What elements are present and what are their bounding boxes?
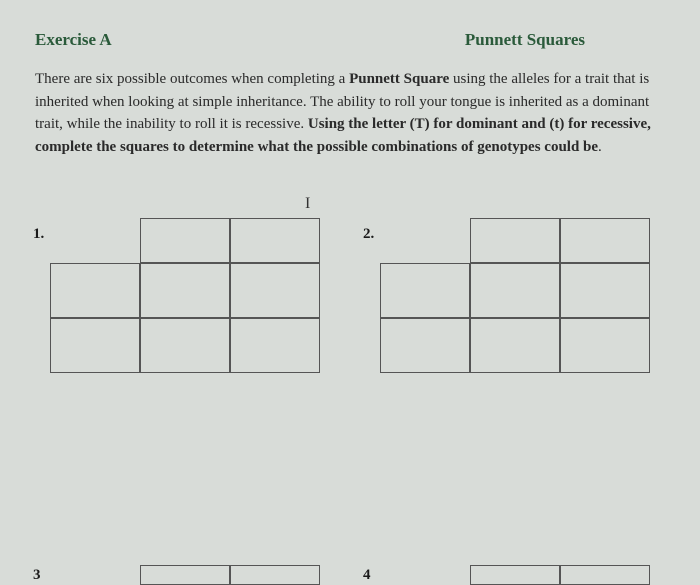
squares-row-bottom: 3 4 <box>35 565 665 585</box>
squares-row-top: 1. 2. <box>35 218 665 373</box>
punnett-grid-2 <box>380 218 665 373</box>
instr-bold-1: Punnett Square <box>349 71 449 87</box>
punnett-cell[interactable] <box>50 318 140 373</box>
punnett-cell[interactable] <box>140 263 230 318</box>
punnett-cell[interactable] <box>560 218 650 263</box>
instr-text-1: There are six possible outcomes when com… <box>35 71 349 87</box>
punnett-block-1: 1. <box>35 218 335 373</box>
square-number-1: 1. <box>33 226 44 243</box>
punnett-block-2: 2. <box>365 218 665 373</box>
punnett-cell[interactable] <box>230 263 320 318</box>
punnett-cell[interactable] <box>470 263 560 318</box>
punnett-cell[interactable] <box>380 318 470 373</box>
punnett-block-4: 4 <box>365 565 665 585</box>
header-row: Exercise A Punnett Squares <box>35 30 665 50</box>
punnett-grid-3 <box>50 565 335 585</box>
punnett-grid-4 <box>380 565 665 585</box>
square-number-3: 3 <box>33 567 41 584</box>
punnett-cell[interactable] <box>470 218 560 263</box>
punnett-cell[interactable] <box>230 218 320 263</box>
text-cursor: I <box>305 195 310 213</box>
punnett-block-3: 3 <box>35 565 335 585</box>
punnett-cell-empty <box>380 218 470 263</box>
punnett-cell[interactable] <box>470 565 560 585</box>
punnett-cell[interactable] <box>470 318 560 373</box>
punnett-cell[interactable] <box>140 565 230 585</box>
punnett-cell[interactable] <box>560 565 650 585</box>
punnett-cell-empty <box>380 565 470 585</box>
page-title: Punnett Squares <box>465 30 585 50</box>
punnett-cell-empty <box>50 218 140 263</box>
punnett-cell[interactable] <box>230 318 320 373</box>
punnett-cell[interactable] <box>560 263 650 318</box>
exercise-label: Exercise A <box>35 30 112 50</box>
instr-text-3: . <box>598 139 602 155</box>
punnett-cell[interactable] <box>380 263 470 318</box>
punnett-cell[interactable] <box>140 318 230 373</box>
punnett-grid-1 <box>50 218 335 373</box>
instructions-paragraph: There are six possible outcomes when com… <box>35 68 665 158</box>
punnett-cell[interactable] <box>560 318 650 373</box>
punnett-cell[interactable] <box>140 218 230 263</box>
punnett-cell[interactable] <box>230 565 320 585</box>
punnett-cell[interactable] <box>50 263 140 318</box>
punnett-cell-empty <box>50 565 140 585</box>
square-number-4: 4 <box>363 567 371 584</box>
square-number-2: 2. <box>363 226 374 243</box>
